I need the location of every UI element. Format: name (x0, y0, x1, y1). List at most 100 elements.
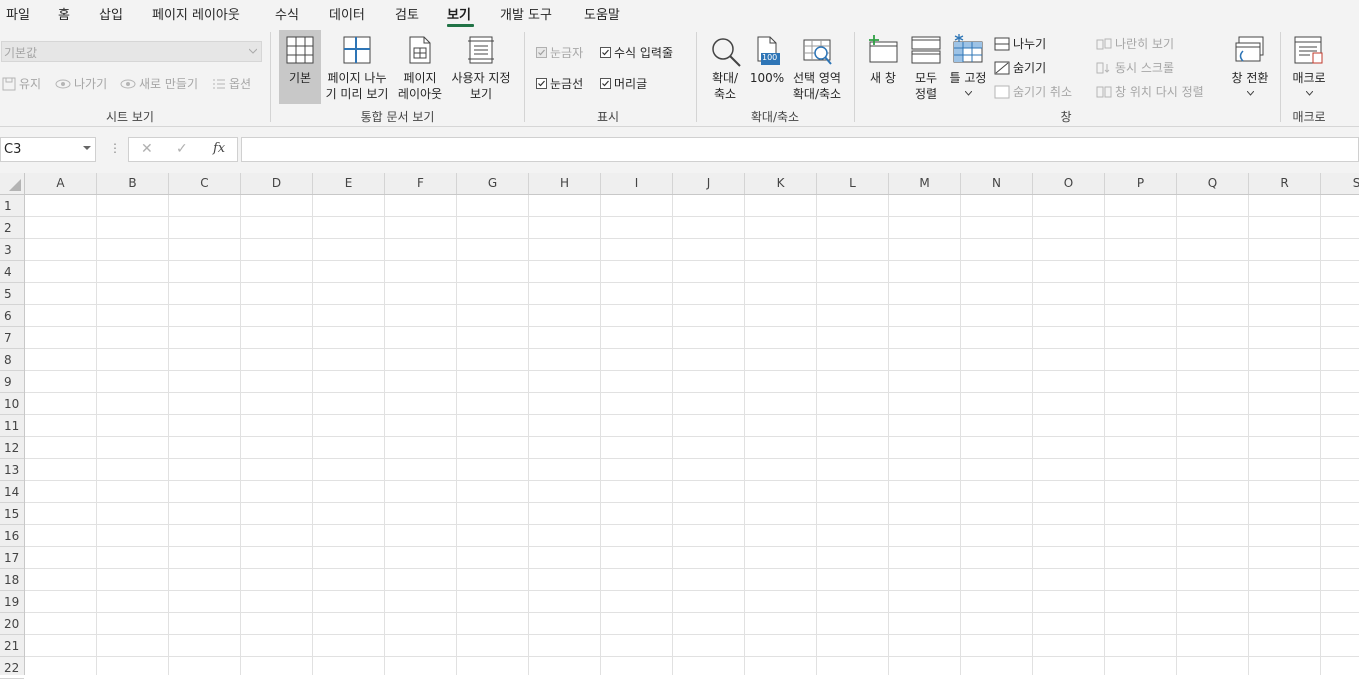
synchronous-scrolling-button[interactable]: 동시 스크롤 (1096, 59, 1174, 76)
normal-view-label: 기본 (288, 71, 312, 85)
column-header-q[interactable]: Q (1177, 173, 1249, 194)
row-header-11[interactable]: 11 (0, 415, 24, 437)
tab-file[interactable]: 파일 (6, 4, 30, 23)
name-box-value: C3 (4, 142, 22, 157)
column-header-l[interactable]: L (817, 173, 889, 194)
column-header-g[interactable]: G (457, 173, 529, 194)
insert-function-icon[interactable]: fx (213, 141, 225, 156)
column-header-b[interactable]: B (97, 173, 169, 194)
column-header-o[interactable]: O (1033, 173, 1105, 194)
page-break-preview-button[interactable]: 페이지 나누 기 미리 보기 (322, 30, 392, 104)
arrange-all-icon (911, 36, 941, 64)
tab-page-layout[interactable]: 페이지 레이아웃 (152, 4, 240, 23)
column-header-e[interactable]: E (313, 173, 385, 194)
column-header-k[interactable]: K (745, 173, 817, 194)
column-header-d[interactable]: D (241, 173, 313, 194)
window-group-label: 창 (1060, 110, 1072, 124)
row-header-7[interactable]: 7 (0, 327, 24, 349)
column-header-f[interactable]: F (385, 173, 457, 194)
new-window-button[interactable]: 새 창 (862, 30, 904, 104)
row-header-18[interactable]: 18 (0, 569, 24, 591)
cancel-icon[interactable]: ✕ (141, 141, 153, 157)
formula-input[interactable] (241, 137, 1359, 162)
column-header-h[interactable]: H (529, 173, 601, 194)
normal-view-button[interactable]: 기본 (279, 30, 321, 104)
row-header-8[interactable]: 8 (0, 349, 24, 371)
row-header-22[interactable]: 22 (0, 657, 24, 679)
tab-home[interactable]: 홈 (58, 4, 70, 23)
row-header-12[interactable]: 12 (0, 437, 24, 459)
select-all-button[interactable] (0, 173, 25, 194)
page-layout-view-button[interactable]: 페이지 레이아웃 (395, 30, 445, 104)
save-icon (2, 77, 16, 90)
row-header-20[interactable]: 20 (0, 613, 24, 635)
row-header-2[interactable]: 2 (0, 217, 24, 239)
eye-icon (55, 79, 71, 88)
column-header-a[interactable]: A (25, 173, 97, 194)
more-options-icon[interactable]: ⋮ (109, 141, 121, 155)
formula-bar-checkbox[interactable]: 수식 입력줄 (600, 44, 673, 61)
tab-data[interactable]: 데이터 (329, 4, 365, 23)
cell-grid[interactable] (25, 195, 1359, 675)
zoom-button[interactable]: 확대/ 축소 (704, 30, 746, 104)
tab-formulas[interactable]: 수식 (275, 4, 299, 23)
column-header-n[interactable]: N (961, 173, 1033, 194)
tab-view[interactable]: 보기 (447, 4, 471, 23)
zoom-to-selection-button[interactable]: 선택 영역 확대/축소 (788, 30, 846, 104)
arrange-all-button[interactable]: 모두 정렬 (906, 30, 946, 104)
row-header-19[interactable]: 19 (0, 591, 24, 613)
column-header-p[interactable]: P (1105, 173, 1177, 194)
new-window-icon (869, 35, 898, 63)
row-header-9[interactable]: 9 (0, 371, 24, 393)
custom-views-button[interactable]: 사용자 지정 보기 (447, 30, 515, 104)
sheet-view-new-button[interactable]: 새로 만들기 (120, 75, 198, 92)
row-header-10[interactable]: 10 (0, 393, 24, 415)
row-header-4[interactable]: 4 (0, 261, 24, 283)
tab-review[interactable]: 검토 (395, 4, 419, 23)
sheet-view-value: 기본값 (4, 46, 38, 60)
column-header-r[interactable]: R (1249, 173, 1321, 194)
row-header-14[interactable]: 14 (0, 481, 24, 503)
row-header-6[interactable]: 6 (0, 305, 24, 327)
view-side-by-side-button[interactable]: 나란히 보기 (1096, 35, 1174, 52)
hide-icon (994, 61, 1010, 74)
enter-icon[interactable]: ✓ (176, 141, 188, 157)
sheet-view-exit-button[interactable]: 나가기 (55, 75, 107, 92)
unhide-button[interactable]: 숨기기 취소 (994, 83, 1072, 100)
macros-button[interactable]: 매크로 (1286, 30, 1332, 104)
column-header-i[interactable]: I (601, 173, 673, 194)
row-header-1[interactable]: 1 (0, 195, 24, 217)
row-header-13[interactable]: 13 (0, 459, 24, 481)
freeze-panes-button[interactable]: 틀 고정 (946, 30, 990, 104)
hide-button[interactable]: 숨기기 (994, 59, 1046, 76)
row-header-21[interactable]: 21 (0, 635, 24, 657)
tab-insert[interactable]: 삽입 (99, 4, 123, 23)
group-divider (524, 32, 525, 122)
ruler-checkbox[interactable]: 눈금자 (536, 44, 583, 61)
sync-scroll-icon (1096, 62, 1110, 73)
split-button[interactable]: 나누기 (994, 35, 1046, 52)
reset-window-position-button[interactable]: 창 위치 다시 정렬 (1096, 83, 1204, 100)
name-box[interactable]: C3 (0, 137, 96, 162)
switch-windows-button[interactable]: 창 전환 (1226, 30, 1274, 104)
gridlines-checkbox[interactable]: 눈금선 (536, 75, 583, 92)
row-header-3[interactable]: 3 (0, 239, 24, 261)
row-header-5[interactable]: 5 (0, 283, 24, 305)
new-label: 새로 만들기 (139, 77, 199, 91)
row-header-17[interactable]: 17 (0, 547, 24, 569)
column-header-s[interactable]: S (1321, 173, 1359, 194)
column-header-j[interactable]: J (673, 173, 745, 194)
zoom-100-button[interactable]: 100 100% (748, 30, 786, 104)
column-header-m[interactable]: M (889, 173, 961, 194)
chevron-down-icon (1247, 91, 1254, 96)
row-header-16[interactable]: 16 (0, 525, 24, 547)
column-header-c[interactable]: C (169, 173, 241, 194)
tab-developer[interactable]: 개발 도구 (500, 4, 552, 23)
sheet-view-dropdown[interactable]: 기본값 (1, 41, 262, 62)
sheet-view-options-button[interactable]: 옵션 (212, 75, 251, 92)
column-headers: ABCDEFGHIJKLMNOPQRS (0, 173, 1359, 195)
headings-checkbox[interactable]: 머리글 (600, 75, 647, 92)
tab-help[interactable]: 도움말 (584, 4, 620, 23)
sheet-view-keep-button[interactable]: 유지 (2, 75, 41, 92)
row-header-15[interactable]: 15 (0, 503, 24, 525)
